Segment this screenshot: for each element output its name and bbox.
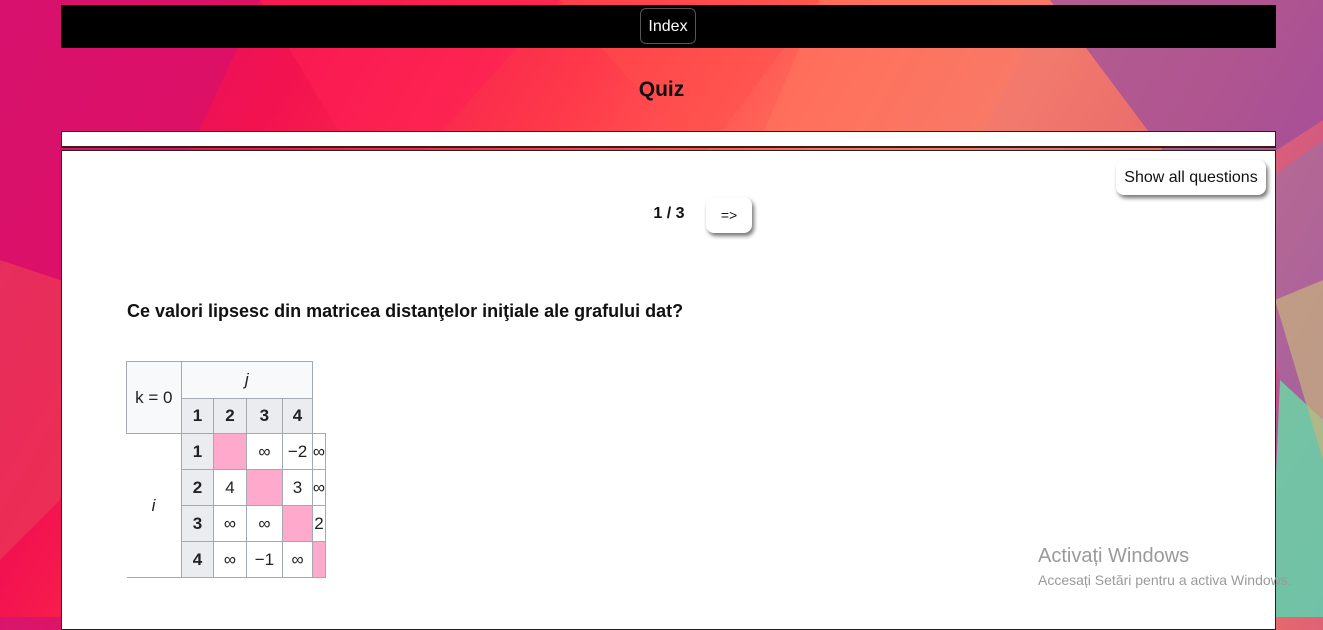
matrix-column-header: 1 bbox=[180, 398, 215, 434]
matrix-missing-cell bbox=[282, 505, 313, 542]
matrix-row-header: 4 bbox=[180, 541, 215, 578]
matrix-cell: ∞ bbox=[213, 541, 247, 578]
matrix-missing-cell bbox=[213, 433, 247, 470]
question-text: Ce valori lipsesc din matricea distanţel… bbox=[127, 301, 684, 321]
distance-matrix-image: k = 0 j 1234 i 1 ∞ −2 ∞ 2 4 3 ∞ 3 ∞ ∞ 2 4 ∞ −1 ∞ bbox=[126, 361, 326, 579]
matrix-cell: 2 bbox=[311, 505, 326, 542]
matrix-cell: 4 bbox=[213, 469, 247, 506]
watermark-subtitle: Accesați Setări pentru a activa Windows. bbox=[1038, 572, 1292, 588]
watermark-title: Activați Windows bbox=[1038, 545, 1190, 567]
index-button[interactable]: Index bbox=[640, 8, 696, 44]
matrix-missing-cell bbox=[245, 469, 284, 506]
matrix-cell: ∞ bbox=[311, 433, 326, 470]
question-counter: 1 / 3 bbox=[653, 205, 685, 222]
matrix-row-axis-label: i bbox=[126, 433, 182, 578]
matrix-row-header: 3 bbox=[180, 505, 215, 542]
matrix-cell: −2 bbox=[282, 433, 313, 470]
page-title: Quiz bbox=[638, 78, 685, 101]
matrix-cell: 3 bbox=[282, 469, 313, 506]
matrix-cell: ∞ bbox=[311, 469, 326, 506]
matrix-column-header: 4 bbox=[282, 398, 313, 434]
matrix-row-header: 1 bbox=[180, 433, 215, 470]
matrix-missing-cell bbox=[311, 541, 326, 578]
matrix-row-header: 2 bbox=[180, 469, 215, 506]
matrix-cell: ∞ bbox=[282, 541, 313, 578]
matrix-cell: −1 bbox=[245, 541, 284, 578]
distance-matrix-table: k = 0 j 1234 i 1 ∞ −2 ∞ 2 4 3 ∞ 3 ∞ ∞ 2 4 ∞ −1 ∞ bbox=[126, 361, 326, 578]
matrix-column-header: 2 bbox=[213, 398, 247, 434]
matrix-column-header: 3 bbox=[245, 398, 284, 434]
matrix-cell: ∞ bbox=[213, 505, 247, 542]
matrix-cell: ∞ bbox=[245, 505, 284, 542]
matrix-column-axis-label: j bbox=[180, 361, 313, 399]
header-strip bbox=[61, 131, 1276, 148]
show-all-questions-button[interactable]: Show all questions bbox=[1116, 160, 1266, 195]
windows-activation-watermark: Activați Windows Accesați Setări pentru … bbox=[1038, 545, 1292, 588]
matrix-cell: ∞ bbox=[245, 433, 284, 470]
next-question-button[interactable]: => bbox=[706, 197, 752, 233]
matrix-corner-label: k = 0 bbox=[126, 361, 182, 434]
